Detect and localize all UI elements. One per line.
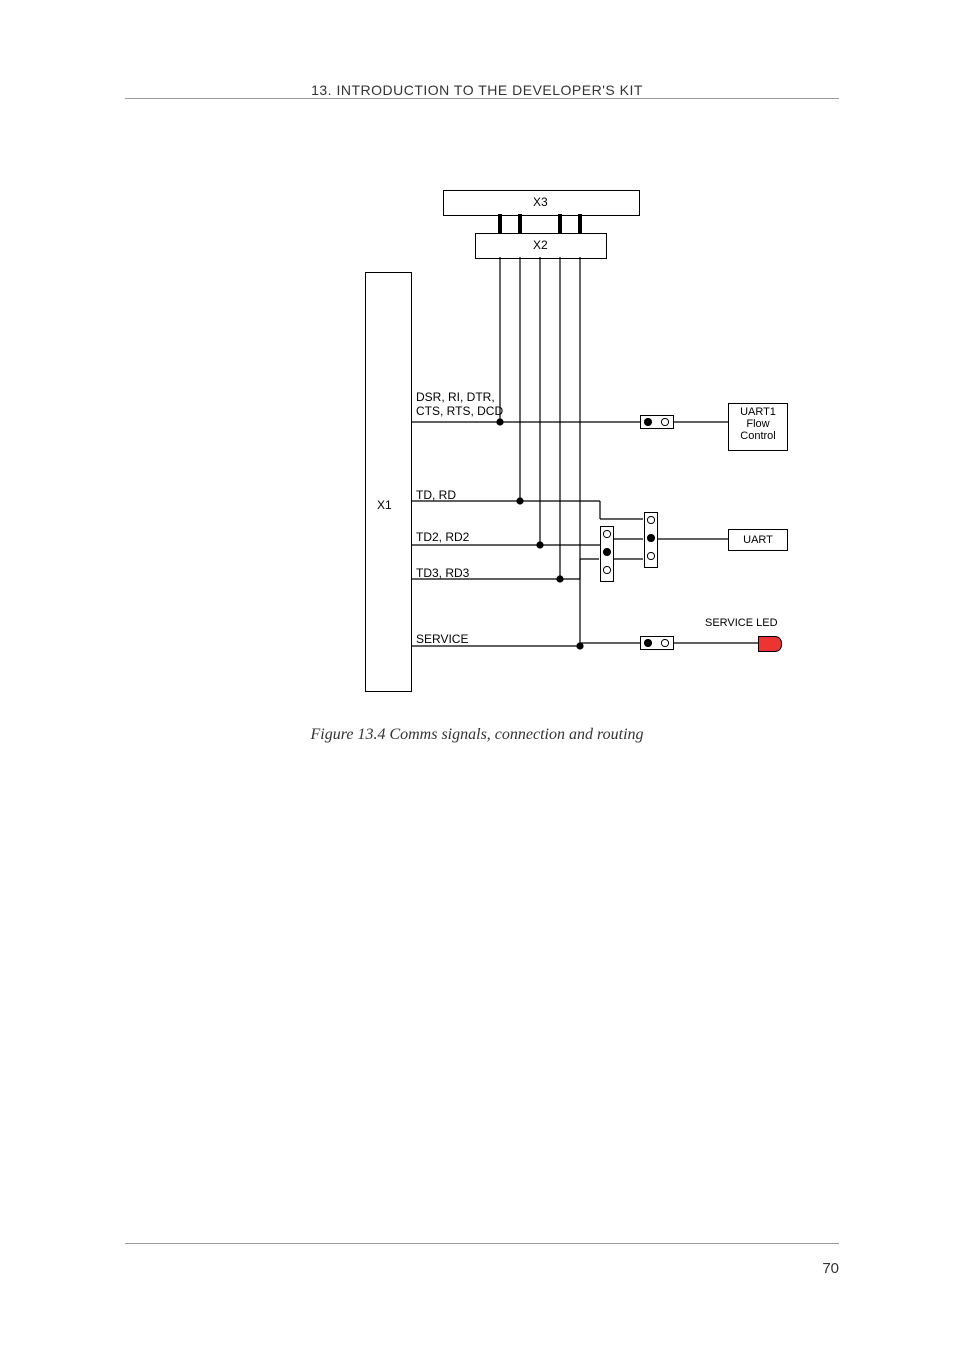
comms-diagram: X1 X3 X2 UART1 Flow Control UART SERVICE… — [360, 190, 800, 700]
header-rule — [125, 98, 839, 99]
diagram-wires — [360, 190, 800, 700]
footer-rule — [125, 1243, 839, 1244]
page-number: 70 — [822, 1260, 839, 1277]
page-header: 13. INTRODUCTION TO THE DEVELOPER'S KIT — [0, 82, 954, 98]
figure-caption: Figure 13.4 Comms signals, connection an… — [0, 726, 954, 744]
